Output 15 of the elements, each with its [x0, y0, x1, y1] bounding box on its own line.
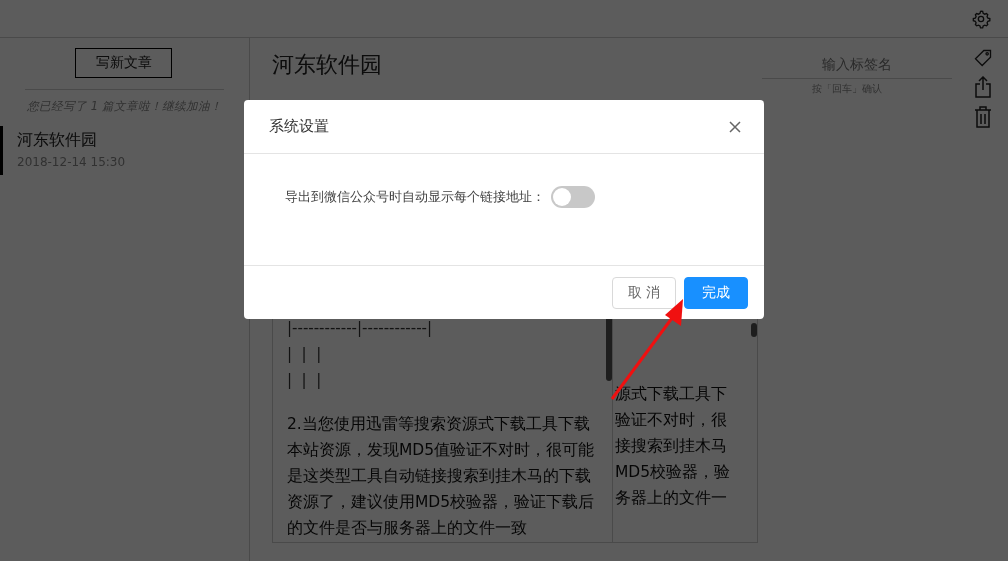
markdown-table-line: | | |: [287, 344, 323, 365]
markdown-table-line: | | |: [287, 370, 323, 391]
setting-label: 导出到微信公众号时自动显示每个链接地址：: [285, 188, 545, 206]
markdown-paragraph: 2.当您使用迅雷等搜索资源式下载工具下载本站资源，发现MD5值验证不对时，很可能是这类型工具自动链接搜索到挂木马的下载资源了，建议使用MD5校验器，验证下载后的文件是否与服务器上的文件一致: [287, 414, 596, 539]
cancel-button[interactable]: 取 消: [612, 276, 676, 309]
markdown-table-line: |------------|------------|: [287, 318, 434, 339]
done-button[interactable]: 完成: [684, 276, 748, 309]
preview-text-line: 验证不对时，很: [615, 410, 728, 431]
dialog-title: 系统设置: [269, 117, 329, 136]
new-article-button[interactable]: 写新文章: [75, 48, 172, 78]
preview-text-line: MD5校验器，验: [615, 462, 732, 483]
preview-text-line: 接搜索到挂木马: [615, 436, 728, 457]
preview-text-line: 务器上的文件一: [615, 488, 728, 509]
article-title: 河东软件园: [17, 130, 98, 151]
article-title-heading: 河东软件园: [272, 51, 382, 79]
